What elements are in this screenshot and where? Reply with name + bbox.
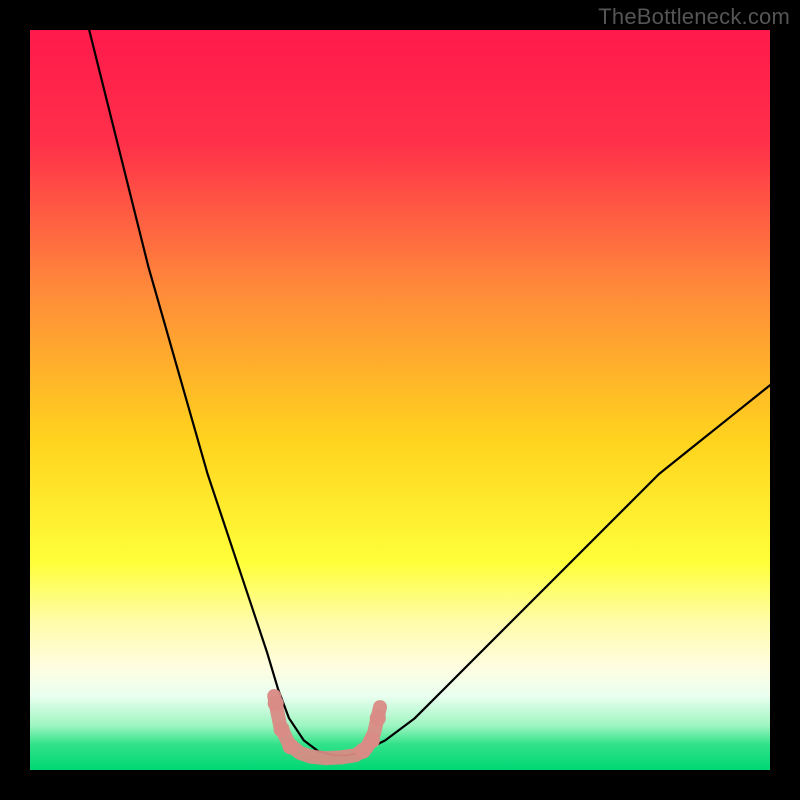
optimal-marker	[364, 732, 380, 748]
optimal-marker	[268, 695, 284, 711]
gradient-background	[30, 30, 770, 770]
plot-area	[30, 30, 770, 770]
optimal-marker	[282, 738, 298, 754]
optimal-marker	[370, 710, 386, 726]
optimal-marker	[274, 721, 290, 737]
outer-frame: TheBottleneck.com	[0, 0, 800, 800]
chart-svg	[30, 30, 770, 770]
watermark-text: TheBottleneck.com	[598, 4, 790, 30]
